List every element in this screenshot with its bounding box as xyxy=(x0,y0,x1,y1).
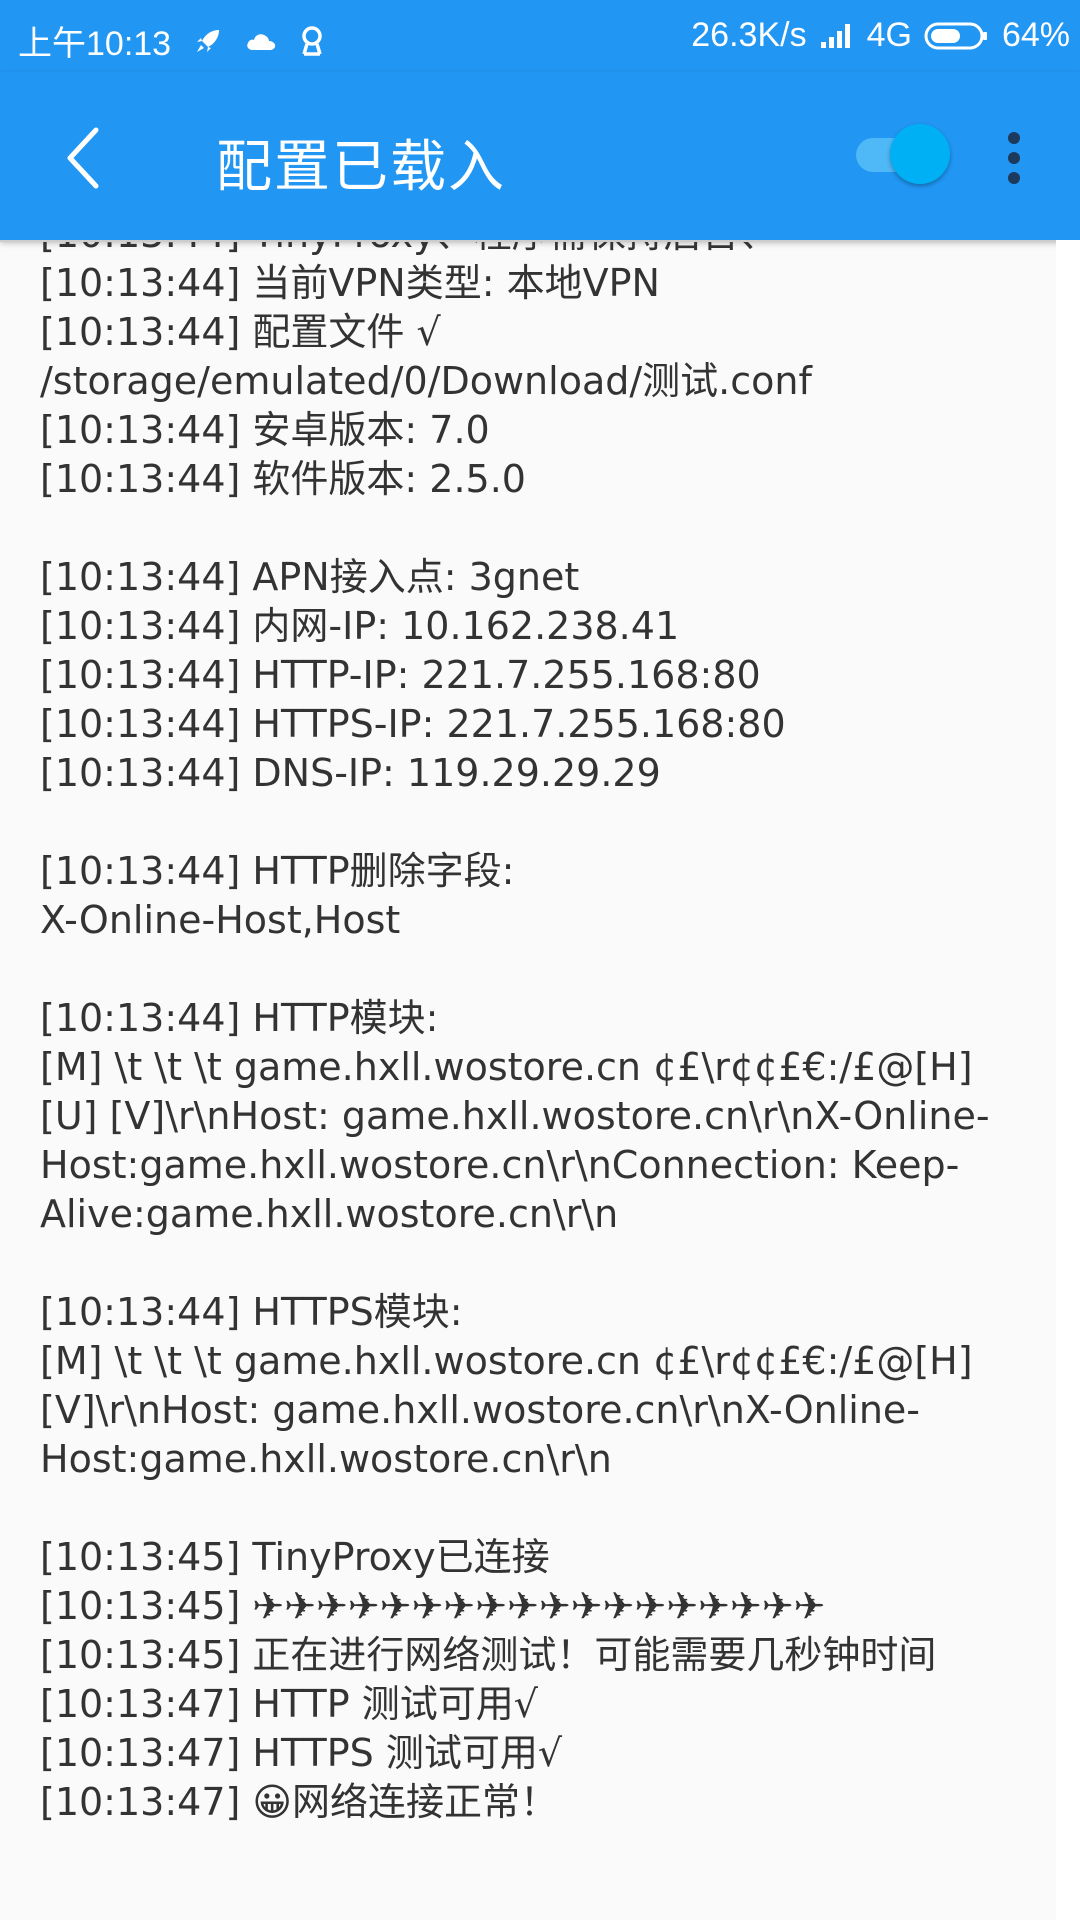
status-bar: 上午10:13 26.3K/s 4G 64% xyxy=(0,0,1080,72)
net-speed: 26.3K/s xyxy=(691,16,807,54)
page-title: 配置已载入 xyxy=(216,135,506,200)
toggle-knob xyxy=(890,124,950,184)
log-line: [10:13:44] DNS-IP: 119.29.29.29 xyxy=(40,751,661,795)
chevron-left-icon xyxy=(67,127,99,189)
log-line: [10:13:44] 当前VPN类型: 本地VPN xyxy=(40,261,660,305)
cloud-icon xyxy=(245,28,277,54)
log-line: [10:13:47] HTTP 测试可用√ xyxy=(40,1682,538,1726)
log-line: [10:13:47] HTTPS 测试可用√ xyxy=(40,1731,563,1775)
status-bar-right: 26.3K/s 4G 64% xyxy=(691,16,1070,55)
signal-icon xyxy=(819,22,855,50)
log-line: [U] [V]\r\nHost: game.hxll.wostore.cn\r\… xyxy=(40,1094,990,1138)
more-options-button[interactable] xyxy=(990,128,1038,188)
more-vert-icon-dot xyxy=(1008,172,1020,184)
log-line: [10:13:44] HTTP删除字段: xyxy=(40,849,515,893)
log-line: [M] \t \t \t game.hxll.wostore.cn ¢£\r¢¢… xyxy=(40,1339,973,1383)
scrollbar-track[interactable] xyxy=(1056,240,1080,1920)
log-line: [10:13:44] TinyProxy、程序需保持后台、 xyxy=(40,240,778,256)
battery-percent: 64% xyxy=(1001,16,1070,54)
log-line: [10:13:47] 😀网络连接正常！ xyxy=(40,1780,559,1824)
status-time: 上午10:13 xyxy=(18,25,172,63)
log-line: Host:game.hxll.wostore.cn\r\n xyxy=(40,1437,612,1481)
rocket-icon xyxy=(193,26,223,56)
back-button[interactable] xyxy=(52,120,122,196)
log-line: [10:13:45] 正在进行网络测试！可能需要几秒钟时间 xyxy=(40,1633,937,1677)
log-line: [10:13:44] 内网-IP: 10.162.238.41 xyxy=(40,604,680,648)
log-line: [M] \t \t \t game.hxll.wostore.cn ¢£\r¢¢… xyxy=(40,1045,973,1089)
log-text: [10:13:44] TinyProxy、程序需保持后台、 [10:13:44]… xyxy=(40,240,1040,1827)
more-vert-icon-dot xyxy=(1008,152,1020,164)
log-line: [10:13:44] HTTPS-IP: 221.7.255.168:80 xyxy=(40,702,786,746)
appbar-divider xyxy=(0,240,1056,242)
log-line: [10:13:44] HTTP模块: xyxy=(40,996,439,1040)
log-line: [10:13:45] ✈✈✈✈✈✈✈✈✈✈✈✈✈✈✈✈✈✈ xyxy=(40,1584,826,1628)
log-line: X-Online-Host,Host xyxy=(40,898,401,942)
log-line: [10:13:45] TinyProxy已连接 xyxy=(40,1535,550,1579)
log-line: [V]\r\nHost: game.hxll.wostore.cn\r\nX-O… xyxy=(40,1388,921,1432)
status-bar-left: 上午10:13 xyxy=(18,16,325,65)
log-line: [10:13:44] 软件版本: 2.5.0 xyxy=(40,457,526,501)
log-line: [10:13:44] 安卓版本: 7.0 xyxy=(40,408,490,452)
log-line: Alive:game.hxll.wostore.cn\r\n xyxy=(40,1192,619,1236)
more-vert-icon xyxy=(1008,132,1020,144)
network-type: 4G xyxy=(866,16,912,54)
log-line: [10:13:44] 配置文件 √ xyxy=(40,310,441,354)
vpn-toggle-switch[interactable] xyxy=(852,122,952,186)
log-line: /storage/emulated/0/Download/测试.conf xyxy=(40,359,812,403)
log-area[interactable]: [10:13:44] TinyProxy、程序需保持后台、 [10:13:44]… xyxy=(0,240,1056,1920)
log-line: [10:13:44] HTTP-IP: 221.7.255.168:80 xyxy=(40,653,761,697)
log-line: [10:13:44] APN接入点: 3gnet xyxy=(40,555,580,599)
battery-icon xyxy=(924,21,990,51)
log-line: Host:game.hxll.wostore.cn\r\nConnection:… xyxy=(40,1143,960,1187)
location-pin-icon xyxy=(299,25,325,57)
app-bar: 配置已载入 xyxy=(0,72,1080,240)
log-line: [10:13:44] HTTPS模块: xyxy=(40,1290,463,1334)
